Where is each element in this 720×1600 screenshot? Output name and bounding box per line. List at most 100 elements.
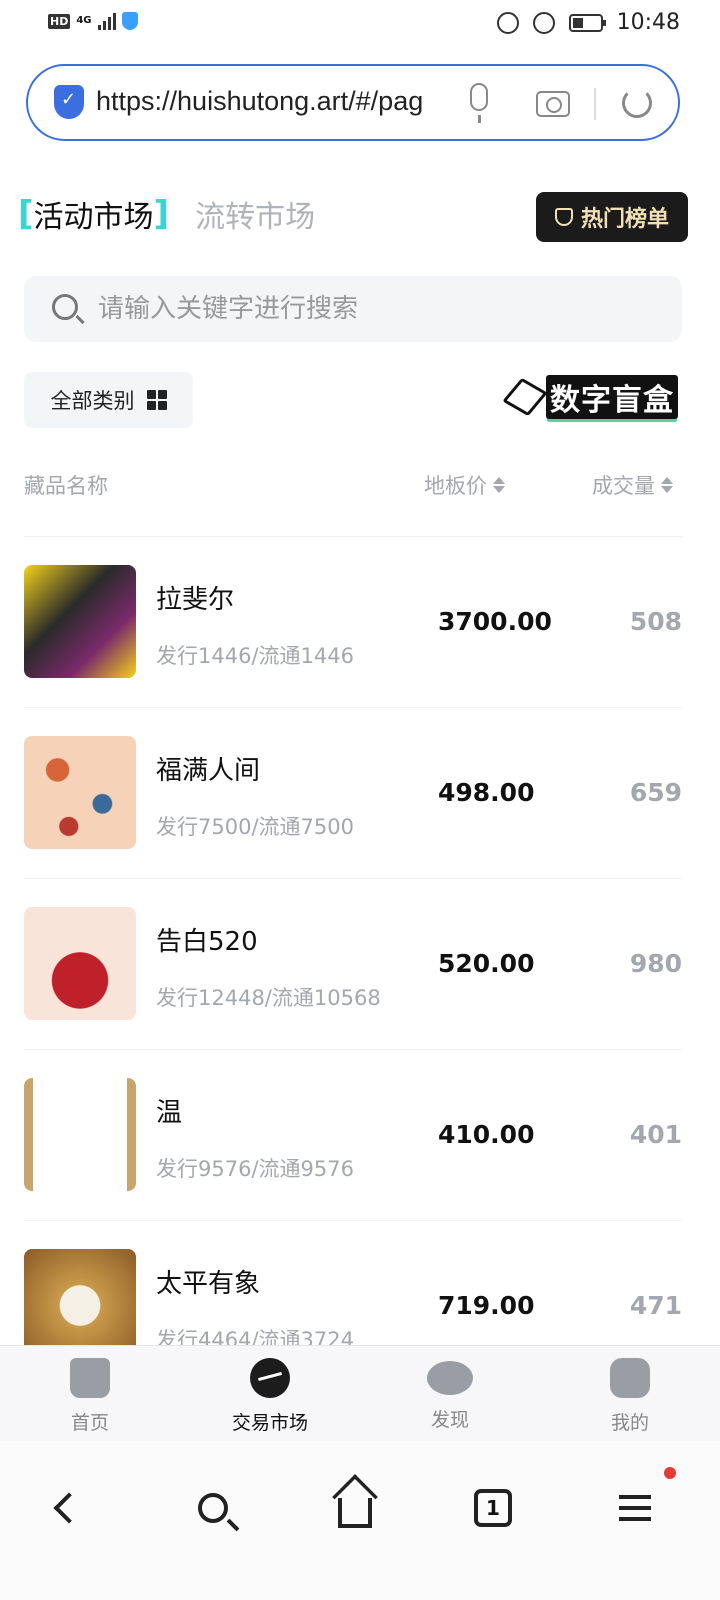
search-box[interactable] bbox=[24, 276, 682, 342]
item-price: 498.00 bbox=[438, 778, 535, 807]
item-volume: 659 bbox=[629, 778, 682, 807]
column-floor-price-header[interactable]: 地板价 bbox=[424, 470, 505, 500]
url-divider bbox=[594, 88, 596, 120]
tab-activity-market-label: 活动市场 bbox=[33, 200, 154, 235]
tab-discover[interactable]: 发现 bbox=[360, 1346, 540, 1441]
item-thumbnail bbox=[24, 907, 136, 1020]
market-icon bbox=[250, 1358, 290, 1398]
item-thumbnail bbox=[24, 565, 136, 678]
item-volume: 980 bbox=[629, 949, 682, 978]
menu-icon bbox=[619, 1495, 651, 1521]
camera-icon[interactable] bbox=[536, 91, 570, 117]
status-left: HD 4G bbox=[48, 12, 138, 30]
item-name: 温 bbox=[156, 1098, 183, 1128]
item-issue: 发行9576/流通9576 bbox=[156, 1157, 354, 1181]
blind-box-label: 数字盲盒 bbox=[546, 375, 678, 419]
search-button[interactable] bbox=[188, 1483, 238, 1533]
reload-icon[interactable] bbox=[622, 88, 652, 118]
item-volume: 401 bbox=[629, 1120, 682, 1149]
column-floor-price-label: 地板价 bbox=[424, 474, 487, 498]
item-price: 410.00 bbox=[438, 1120, 535, 1149]
battery-icon bbox=[568, 13, 606, 32]
tab-mine-label: 我的 bbox=[610, 1412, 649, 1434]
item-volume: 508 bbox=[629, 607, 682, 636]
item-issue: 发行7500/流通7500 bbox=[156, 815, 354, 839]
sort-icon bbox=[661, 477, 673, 493]
category-label: 全部类别 bbox=[50, 389, 135, 413]
planet-icon bbox=[427, 1361, 473, 1395]
url-text[interactable]: https://huishutong.art/#/pag bbox=[96, 86, 442, 117]
search-input[interactable] bbox=[98, 286, 658, 332]
tab-discover-label: 发现 bbox=[430, 1409, 469, 1431]
list-item[interactable]: 太平有象 发行4464/流通3724 719.00 471 bbox=[24, 1221, 682, 1345]
list-item[interactable]: 告白520 发行12448/流通10568 520.00 980 bbox=[24, 879, 682, 1050]
blind-box-link[interactable]: 数字盲盒 bbox=[502, 375, 678, 419]
item-price: 3700.00 bbox=[438, 607, 552, 636]
home-icon bbox=[70, 1358, 110, 1398]
back-button[interactable] bbox=[44, 1483, 94, 1533]
hot-ranking-button[interactable]: 热门榜单 bbox=[536, 192, 688, 242]
item-name: 福满人间 bbox=[156, 756, 261, 786]
item-name: 太平有象 bbox=[156, 1269, 261, 1299]
collection-list: 拉斐尔 发行1446/流通1446 3700.00 508 福满人间 发行750… bbox=[0, 537, 720, 1345]
item-name: 拉斐尔 bbox=[156, 585, 235, 615]
column-volume-label: 成交量 bbox=[592, 474, 655, 498]
home-icon bbox=[338, 1498, 372, 1528]
url-bar[interactable]: https://huishutong.art/#/pag bbox=[26, 64, 680, 141]
profile-icon bbox=[610, 1358, 650, 1398]
item-price: 719.00 bbox=[438, 1291, 535, 1320]
back-icon bbox=[53, 1492, 85, 1524]
tab-count: 1 bbox=[474, 1489, 512, 1527]
item-price: 520.00 bbox=[438, 949, 535, 978]
browser-nav-bar: 1 bbox=[0, 1441, 720, 1600]
clock: 10:48 bbox=[616, 10, 680, 35]
category-filter-button[interactable]: 全部类别 bbox=[24, 372, 193, 428]
bracket-right: ] bbox=[153, 194, 170, 234]
app-tab-bar: 首页 交易市场 发现 我的 bbox=[0, 1345, 720, 1441]
item-name: 告白520 bbox=[156, 927, 258, 957]
security-shield-icon bbox=[121, 12, 138, 30]
signal-icon bbox=[97, 12, 116, 30]
item-issue: 发行12448/流通10568 bbox=[156, 986, 381, 1010]
grid-icon bbox=[146, 390, 167, 410]
home-button[interactable] bbox=[330, 1483, 380, 1533]
microphone-icon[interactable] bbox=[470, 83, 488, 123]
tab-trading-market-label: 交易市场 bbox=[231, 1412, 308, 1434]
alarm-icon bbox=[496, 11, 519, 34]
search-icon bbox=[198, 1493, 228, 1523]
status-right: 10:48 bbox=[496, 10, 680, 35]
list-item[interactable]: 福满人间 发行7500/流通7500 498.00 659 bbox=[24, 708, 682, 879]
list-item[interactable]: 拉斐尔 发行1446/流通1446 3700.00 508 bbox=[24, 537, 682, 708]
tab-activity-market[interactable]: [ 活动市场 ] bbox=[18, 192, 169, 236]
tabs-button[interactable]: 1 bbox=[468, 1483, 518, 1533]
item-issue: 发行1446/流通1446 bbox=[156, 644, 354, 668]
notification-dot bbox=[664, 1467, 676, 1479]
search-icon bbox=[52, 294, 78, 320]
tab-mine[interactable]: 我的 bbox=[540, 1346, 720, 1441]
column-name-label: 藏品名称 bbox=[24, 474, 108, 498]
tab-home-label: 首页 bbox=[70, 1412, 109, 1434]
item-thumbnail bbox=[24, 736, 136, 849]
tab-trading-market[interactable]: 交易市场 bbox=[180, 1346, 360, 1441]
column-name-header: 藏品名称 bbox=[24, 470, 108, 500]
column-volume-header[interactable]: 成交量 bbox=[592, 470, 673, 500]
tab-circulation-market[interactable]: 流转市场 bbox=[195, 192, 315, 236]
tab-home[interactable]: 首页 bbox=[0, 1346, 180, 1441]
secure-shield-icon[interactable] bbox=[54, 85, 84, 119]
bracket-left: [ bbox=[18, 194, 34, 234]
status-bar: HD 4G 10:48 bbox=[0, 0, 720, 50]
cube-icon bbox=[502, 377, 548, 417]
item-issue: 发行4464/流通3724 bbox=[156, 1328, 354, 1345]
item-thumbnail bbox=[24, 1249, 136, 1345]
sort-icon bbox=[493, 477, 505, 493]
item-volume: 471 bbox=[629, 1291, 682, 1320]
trophy-icon bbox=[554, 208, 573, 226]
hd-badge: HD bbox=[48, 13, 71, 29]
list-item[interactable]: 温 发行9576/流通9576 410.00 401 bbox=[24, 1050, 682, 1221]
item-thumbnail bbox=[24, 1078, 136, 1191]
mute-icon bbox=[532, 11, 555, 34]
menu-button[interactable] bbox=[610, 1483, 660, 1533]
market-tabs: [ 活动市场 ] 流转市场 bbox=[18, 192, 315, 236]
hot-ranking-label: 热门榜单 bbox=[580, 207, 669, 232]
network-label: 4G bbox=[76, 15, 92, 26]
